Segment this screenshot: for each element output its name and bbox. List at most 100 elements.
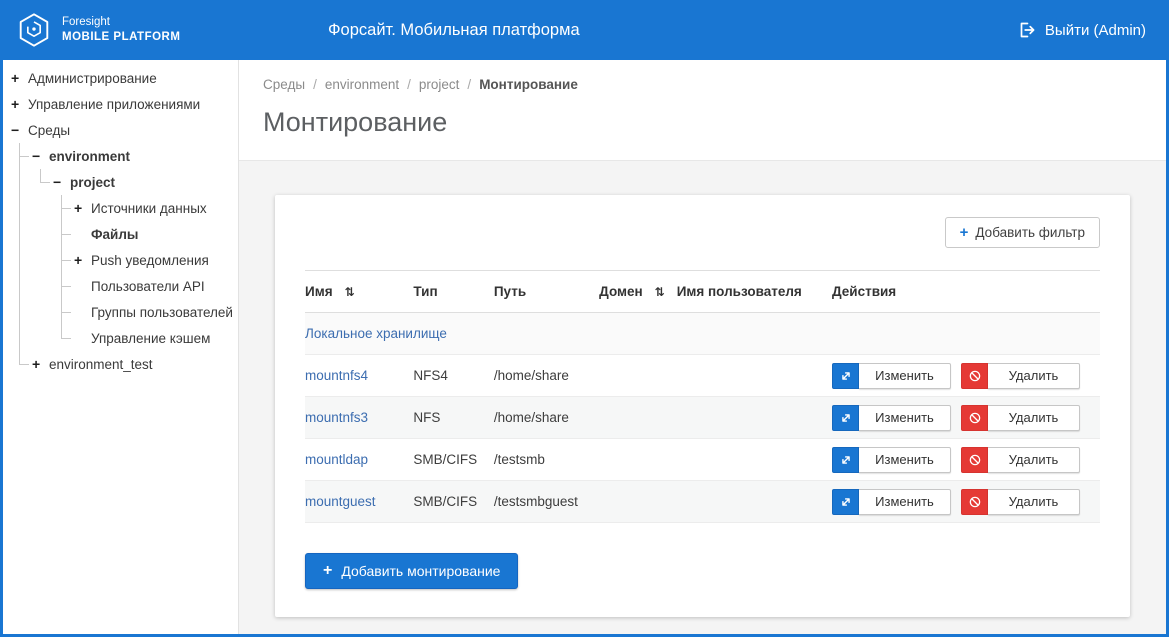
tree-item-label: project [70,175,115,190]
logout-label: Выйти (Admin) [1045,22,1146,39]
breadcrumb-item[interactable]: Среды [263,77,305,92]
breadcrumb-item[interactable]: project [419,77,460,92]
column-header: Действия [832,271,1100,313]
column-header[interactable]: Домен ⇅ [599,271,677,313]
foresight-logo-icon [15,11,53,49]
column-header-label: Домен [599,284,643,299]
mount-type: SMB/CIFS [413,452,477,467]
edit-button[interactable]: Изменить [832,363,951,389]
tree-item[interactable]: +Администрирование [11,65,234,91]
edit-button-label[interactable]: Изменить [859,489,951,515]
column-header-label: Имя пользователя [677,284,802,299]
tree-item[interactable]: +Управление приложениями [11,91,234,117]
table-row: mountnfs4 NFS4/home/share Изменить Удалить [305,355,1100,397]
collapse-icon[interactable]: − [11,122,28,138]
expand-icon[interactable]: + [11,70,28,86]
delete-button-label[interactable]: Удалить [988,489,1080,515]
breadcrumb-separator: / [313,77,317,92]
delete-button[interactable]: Удалить [961,363,1080,389]
logout-button[interactable]: Выйти (Admin) [1018,21,1146,39]
collapse-icon[interactable]: − [53,174,70,190]
column-header-label: Тип [413,284,437,299]
expand-icon[interactable]: + [74,252,91,268]
column-header: Тип [413,271,493,313]
edit-arrows-icon[interactable] [832,447,859,473]
logout-icon [1018,21,1036,39]
tree-item[interactable]: +environment_test [32,351,234,377]
delete-button-label[interactable]: Удалить [988,405,1080,431]
brand-subtitle: MOBILE PLATFORM [62,30,180,45]
tree-item[interactable]: Группы пользователей [74,299,234,325]
column-header: Путь [494,271,599,313]
tree-item[interactable]: −environment [32,143,234,169]
breadcrumb-item[interactable]: environment [325,77,399,92]
edit-button[interactable]: Изменить [832,405,951,431]
delete-cancel-icon[interactable] [961,489,988,515]
delete-button-label[interactable]: Удалить [988,447,1080,473]
plus-icon: + [960,224,969,241]
edit-arrows-icon[interactable] [832,363,859,389]
delete-button[interactable]: Удалить [961,405,1080,431]
app-window: Foresight MOBILE PLATFORM Форсайт. Мобил… [0,0,1169,637]
edit-arrows-icon[interactable] [832,489,859,515]
column-header: Имя пользователя [677,271,832,313]
actions-cell: Изменить Удалить [832,397,1100,439]
mount-type: NFS [413,410,440,425]
actions-cell: Изменить Удалить [832,481,1100,523]
edit-button-label[interactable]: Изменить [859,405,951,431]
mounts-table: Имя⇅Тип Путь Домен ⇅ Имя пользователя Действи… [305,270,1100,523]
expand-icon[interactable]: + [74,200,91,216]
edit-button-label[interactable]: Изменить [859,363,951,389]
add-filter-label: Добавить фильтр [975,225,1085,240]
expand-icon[interactable]: + [11,96,28,112]
edit-arrows-icon[interactable] [832,405,859,431]
plus-icon: + [323,562,332,580]
column-header-label: Действия [832,284,896,299]
table-body: Локальное хранилище mountnfs4 NFS4/home/sh… [305,313,1100,523]
group-row: Локальное хранилище [305,313,1100,355]
delete-cancel-icon[interactable] [961,405,988,431]
table-row: mountldapSMB/CIFS/testsmbИзменитьУдалить [305,439,1100,481]
brand-text: Foresight MOBILE PLATFORM [62,15,180,45]
card-toolbar: + Добавить фильтр [305,217,1100,248]
page-header: Среды/environment/project/Монтирование М… [239,60,1166,161]
sort-icon[interactable]: ⇅ [345,285,355,299]
mount-name-link[interactable]: mountnfs4 [305,368,368,383]
delete-cancel-icon[interactable] [961,363,988,389]
tree-item[interactable]: Пользователи API [74,273,234,299]
actions-cell: Изменить Удалить [832,355,1100,397]
tree-item[interactable]: −Среды [11,117,234,143]
delete-button-label[interactable]: Удалить [988,363,1080,389]
delete-button[interactable]: Удалить [961,489,1080,515]
add-filter-button[interactable]: + Добавить фильтр [945,217,1100,248]
tree-item[interactable]: Управление кэшем [74,325,234,351]
tree-item[interactable]: −project [53,169,234,195]
mount-name-link[interactable]: mountguest [305,494,376,509]
add-mount-button[interactable]: + Добавить монтирование [305,553,518,589]
tree-item[interactable]: +Push уведомления [74,247,234,273]
main-content: Среды/environment/project/Монтирование М… [239,60,1166,634]
sidebar: +Администрирование+Управление приложения… [3,60,239,634]
app-title: Форсайт. Мобильная платформа [328,21,580,40]
collapse-icon[interactable]: − [32,148,49,164]
tree-item-label: environment_test [49,357,153,372]
expand-icon[interactable]: + [32,356,49,372]
mount-name-link[interactable]: mountnfs3 [305,410,368,425]
brand[interactable]: Foresight MOBILE PLATFORM [15,11,180,49]
mount-path: /home/share [494,368,569,383]
column-header-label: Путь [494,284,526,299]
table-row: mountguestSMB/CIFS/testsmbguestИзменитьУ… [305,481,1100,523]
tree-item[interactable]: Файлы [74,221,234,247]
sort-icon[interactable]: ⇅ [655,285,665,299]
edit-button[interactable]: Изменить [832,489,951,515]
edit-button[interactable]: Изменить [832,447,951,473]
breadcrumb-separator: / [407,77,411,92]
storage-group-link[interactable]: Локальное хранилище [305,326,447,341]
mount-name-link[interactable]: mountldap [305,452,368,467]
edit-button-label[interactable]: Изменить [859,447,951,473]
column-header[interactable]: Имя⇅ [305,271,413,313]
delete-button[interactable]: Удалить [961,447,1080,473]
delete-cancel-icon[interactable] [961,447,988,473]
tree-item[interactable]: +Источники данных [74,195,234,221]
mount-type: NFS4 [413,368,448,383]
